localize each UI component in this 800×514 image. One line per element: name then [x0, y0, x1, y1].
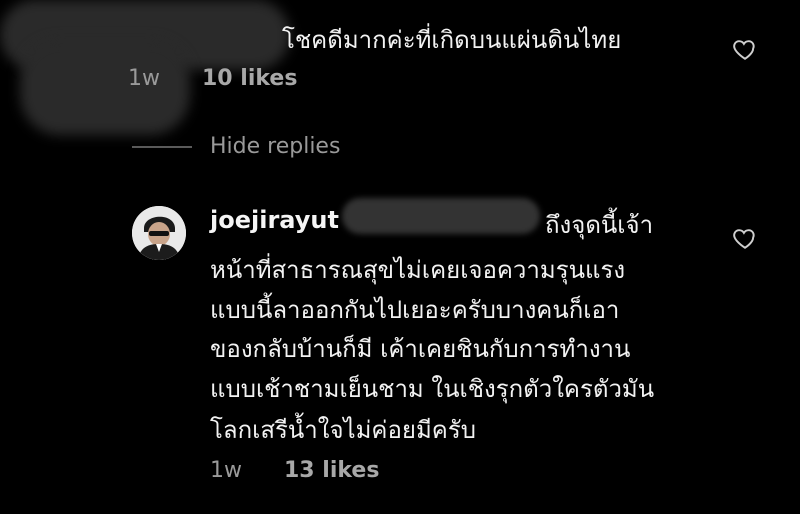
redacted-area [342, 198, 540, 234]
reply-username[interactable]: joejirayut [210, 206, 339, 234]
avatar[interactable] [132, 206, 186, 260]
reply-text-line: แบบเช้าชามเย็นชาม ในเชิงรุกตัวใครตัวมัน [210, 375, 655, 403]
reply-time: 1w [210, 458, 242, 483]
reply-text-line: ของกลับบ้านก็มี เค้าเคยชินกับการทำงาน [210, 335, 631, 363]
hide-replies-button[interactable]: Hide replies [210, 134, 340, 159]
reply-likes[interactable]: 13 likes [284, 458, 379, 483]
reply-text-line: ถึงจุดนี้เจ้า [545, 211, 654, 239]
comment-likes[interactable]: 10 likes [202, 66, 297, 91]
reply-text-line: โลกเสรีน้ำใจไม่ค่อยมีครับ [210, 416, 476, 444]
comment-text: โชคดีมากค่ะที่เกิดบนแผ่นดินไทย [282, 26, 622, 54]
reply-text-line: หน้าที่สาธารณสุขไม่เคยเจอความรุนแรง [210, 256, 626, 284]
redacted-area [20, 40, 190, 135]
reply-text-line: แบบนี้ลาออกกันไปเยอะครับบางคนก็เอา [210, 296, 620, 324]
heart-outline-icon[interactable] [732, 36, 758, 62]
avatar-image [132, 206, 186, 260]
replies-divider [132, 146, 192, 148]
comment-time: 1w [128, 66, 160, 91]
heart-outline-icon[interactable] [732, 225, 758, 251]
